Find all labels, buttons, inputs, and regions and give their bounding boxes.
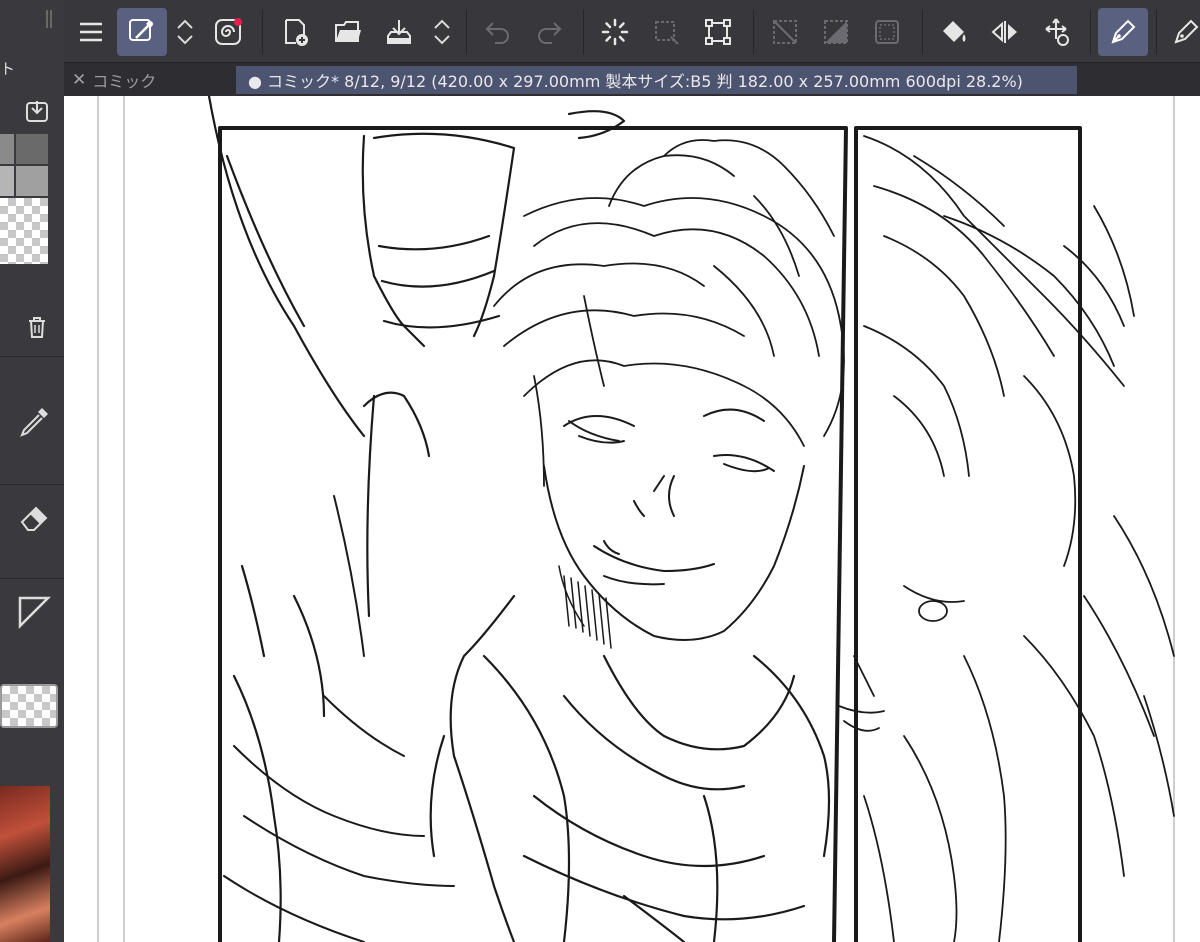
toggle-stepper-button-2[interactable]: [424, 10, 460, 54]
panel-divider: [0, 484, 64, 485]
toolbar-separator: [922, 10, 923, 54]
pen-tool-button-2[interactable]: [1164, 10, 1200, 54]
fill-selection-icon: [824, 20, 848, 44]
transparent-swatch[interactable]: [0, 198, 48, 264]
drawing-canvas[interactable]: [64, 96, 1200, 942]
quick-access-button[interactable]: [206, 10, 250, 54]
toolbar-separator: [753, 10, 754, 54]
toggle-stepper-button[interactable]: [167, 10, 203, 54]
undo-icon: [485, 22, 509, 44]
eyedropper-color-icon: [129, 19, 153, 41]
save-button[interactable]: [377, 10, 421, 54]
layer-thumbnail[interactable]: [0, 684, 58, 728]
close-icon[interactable]: ✕: [72, 70, 86, 90]
toolbar-separator: [583, 10, 584, 54]
pen-icon: [1111, 19, 1136, 44]
transform-button[interactable]: [696, 10, 740, 54]
color-swatch-mid[interactable]: [16, 134, 48, 164]
selection-dashed-icon: [655, 21, 679, 45]
panel-export-icon[interactable]: [24, 98, 50, 124]
undo-button[interactable]: [476, 10, 520, 54]
chevron-updown-icon: [177, 19, 193, 45]
move-button[interactable]: [1034, 10, 1078, 54]
spiral-icon: [215, 18, 242, 45]
pen-nib-icon: [1174, 19, 1199, 44]
redo-icon: [538, 22, 562, 44]
eraser-icon[interactable]: [16, 500, 52, 536]
chevron-updown-icon: [434, 19, 450, 45]
tab-comic-active[interactable]: ● コミック* 8/12, 9/12 (420.00 x 297.00mm 製本…: [236, 66, 1077, 94]
redo-button[interactable]: [527, 10, 571, 54]
main-toolbar: [64, 0, 1200, 63]
save-download-icon: [387, 20, 411, 44]
panel-divider: [0, 578, 64, 579]
ruler-triangle-icon[interactable]: [16, 594, 52, 630]
spinner-icon: [601, 18, 629, 46]
transform-box-icon: [705, 19, 731, 45]
paint-bucket-icon: [943, 21, 966, 42]
manga-sketch-artwork: [97, 96, 1175, 942]
tab-label: コミック: [92, 72, 157, 91]
left-panel: ト: [0, 0, 65, 942]
toolbar-separator: [1156, 10, 1157, 54]
clear-selection-icon: [773, 20, 797, 44]
clear-selection-button[interactable]: [763, 10, 807, 54]
fill-button[interactable]: [932, 10, 976, 54]
panel-grip-icon[interactable]: [44, 8, 54, 30]
toolbar-separator: [1090, 10, 1091, 54]
new-page-button[interactable]: [273, 10, 317, 54]
panel-title: ト: [0, 60, 16, 78]
color-swatch-lighter[interactable]: [16, 166, 48, 196]
move-rotate-icon: [1045, 18, 1069, 46]
frame-button[interactable]: [865, 10, 909, 54]
reference-thumbnail[interactable]: [0, 786, 50, 942]
menu-button[interactable]: [69, 10, 113, 54]
open-button[interactable]: [326, 10, 370, 54]
new-page-icon: [285, 19, 308, 46]
document-tab-bar: ✕ コミック ● コミック* 8/12, 9/12 (420.00 x 297.…: [64, 63, 1200, 96]
tab-comic-inactive[interactable]: ✕ コミック: [72, 67, 156, 93]
transform-progress-button[interactable]: [593, 10, 637, 54]
trash-icon[interactable]: [24, 314, 50, 340]
hamburger-menu-icon: [80, 22, 102, 42]
color-picker-button[interactable]: [117, 8, 167, 56]
frame-icon: [875, 20, 899, 44]
eyedropper-icon[interactable]: [16, 404, 52, 440]
flip-horizontal-icon: [991, 21, 1017, 43]
pen-tool-button[interactable]: [1098, 8, 1148, 56]
panel-divider: [0, 356, 64, 357]
toolbar-separator: [262, 10, 263, 54]
color-swatch-light[interactable]: [0, 166, 14, 196]
selection-button[interactable]: [644, 10, 688, 54]
color-swatch-dark[interactable]: [0, 134, 14, 164]
toolbar-separator: [466, 10, 467, 54]
fill-selection-button[interactable]: [814, 10, 858, 54]
flip-button[interactable]: [983, 10, 1027, 54]
folder-open-icon: [335, 21, 361, 42]
